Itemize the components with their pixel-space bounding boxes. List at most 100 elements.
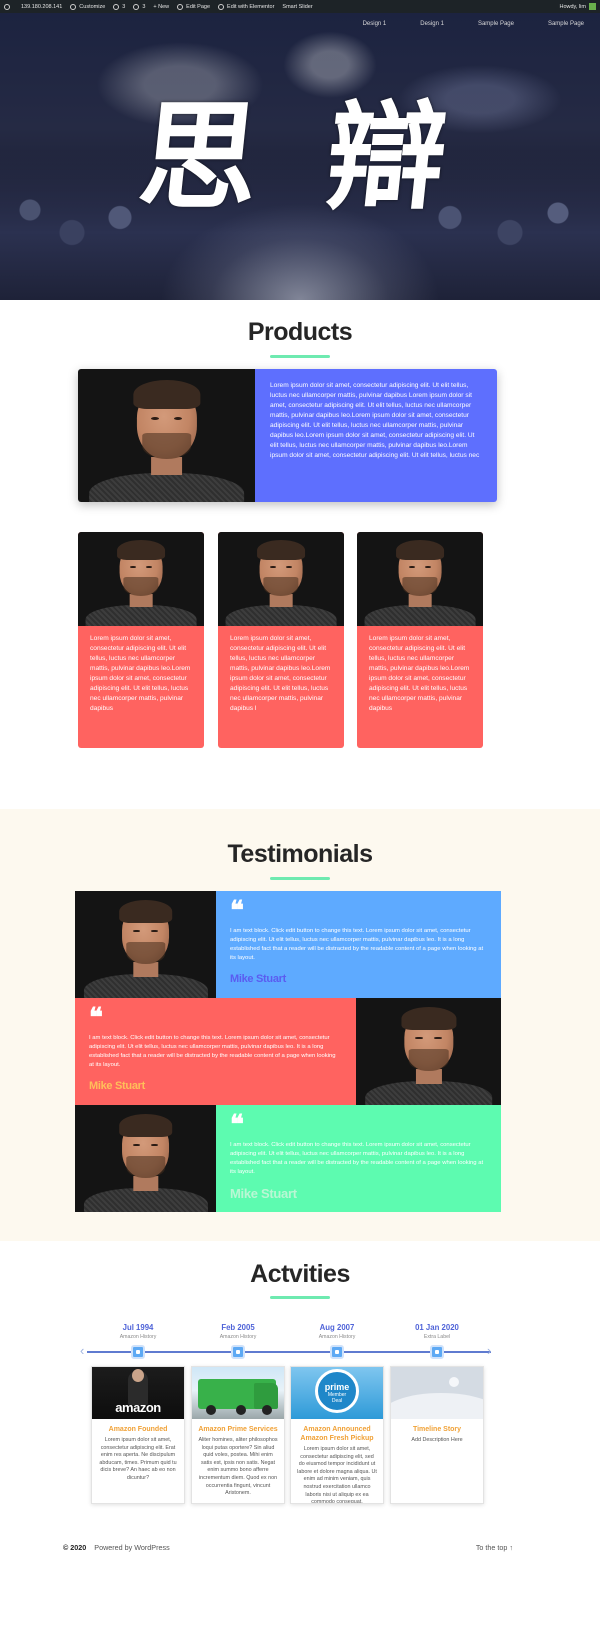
timeline-label: Amazon History (119, 1334, 157, 1340)
updates-icon (113, 3, 120, 10)
updates-count: 3 (122, 3, 126, 10)
timeline-card-description: Lorem ipsum dolor sit amet, consectetur … (297, 1446, 377, 1504)
hero-calligraphy-title: 思 辯 (133, 87, 467, 226)
nav-item-design-1[interactable]: Design 1 (363, 21, 387, 27)
testimonial-item: ❝ I am text block. Click edit button to … (75, 891, 501, 998)
to-the-top-link[interactable]: To the top ↑ (476, 1543, 513, 1552)
prime-line-2: Deal (331, 1398, 343, 1404)
amazon-founder-image: amazon (92, 1367, 184, 1419)
timeline-marker[interactable] (430, 1345, 444, 1359)
testimonial-photo (356, 998, 501, 1105)
timeline-label: Extra Label (423, 1334, 451, 1340)
nav-item-sample-page-b[interactable]: Sample Page (548, 21, 584, 27)
featured-product-photo (78, 369, 255, 502)
timeline-card-title[interactable]: Timeline Story (391, 1425, 483, 1434)
nav-item-sample-page[interactable]: Sample Page (478, 21, 514, 27)
admin-bar-comments[interactable]: 3 (133, 3, 146, 10)
comments-count: 3 (142, 3, 146, 10)
customize-label: Customize (79, 3, 106, 10)
footer-powered-by-link[interactable]: Powered by WordPress (94, 1543, 169, 1552)
quote-icon: ❝ (89, 1003, 103, 1033)
timeline-event-header: Jul 1994 Amazon History (90, 1323, 186, 1340)
products-heading-underline (270, 355, 330, 358)
wordpress-logo-icon[interactable] (4, 3, 13, 10)
featured-product-text: Lorem ipsum dolor sit amet, consectetur … (255, 369, 497, 502)
admin-bar-updates[interactable]: 3 (113, 3, 126, 10)
delivery-truck-image (192, 1367, 284, 1419)
admin-bar-edit-page[interactable]: Edit Page (177, 3, 211, 10)
testimonial-item: ❝ I am text block. Click edit button to … (75, 1105, 501, 1212)
testimonial-author: Mike Stuart (230, 1186, 297, 1201)
timeline-card-description: Add Description Here (411, 1437, 463, 1443)
product-card: Lorem ipsum dolor sit amet, consectetur … (78, 532, 204, 748)
timeline-marker[interactable] (231, 1345, 245, 1359)
timeline-card-title[interactable]: Amazon Announced Amazon Fresh Pickup (291, 1425, 383, 1443)
avatar (589, 3, 596, 10)
testimonial-author: Mike Stuart (89, 1080, 145, 1092)
admin-bar-smart-slider[interactable]: Smart Slider (282, 4, 312, 10)
testimonial-box: ❝ I am text block. Click edit button to … (216, 891, 501, 998)
admin-bar-account[interactable]: Howdy, lim (559, 3, 596, 10)
timeline-label: Amazon History (219, 1334, 257, 1340)
timeline-card-description: Lorem ipsum dolor sit amet, consectetur … (99, 1437, 177, 1481)
comment-icon (133, 3, 140, 10)
footer-copyright: © 2020 (63, 1543, 87, 1552)
testimonial-box: ❝ I am text block. Click edit button to … (216, 1105, 501, 1212)
wp-admin-bar: 139.180.208.141 Customize 3 3 + New Edit… (0, 0, 600, 13)
main-navigation: Design 1 Design 1 Sample Page Sample Pag… (363, 21, 584, 27)
timeline-marker[interactable] (131, 1345, 145, 1359)
testimonial-text: I am text block. Click edit button to ch… (230, 928, 484, 961)
brush-icon (70, 3, 77, 10)
amazon-logo-text: amazon (115, 1400, 161, 1415)
site-address-link[interactable]: 139.180.208.141 (21, 4, 62, 10)
timeline-card: Timeline Story Add Description Here (390, 1366, 484, 1504)
timeline-prev-arrow-icon[interactable]: ‹ (80, 1344, 84, 1358)
timeline-card: amazon Amazon Founded Lorem ipsum dolor … (91, 1366, 185, 1504)
placeholder-image-icon (391, 1367, 483, 1419)
testimonial-item: ❝ I am text block. Click edit button to … (75, 998, 501, 1105)
pencil-icon (177, 3, 184, 10)
testimonial-text: I am text block. Click edit button to ch… (230, 1142, 484, 1175)
timeline-date: Jul 1994 (122, 1323, 154, 1332)
smart-slider-label: Smart Slider (282, 3, 313, 10)
product-card-text: Lorem ipsum dolor sit amet, consectetur … (90, 635, 191, 712)
product-card-photo (357, 532, 483, 626)
products-heading: Products (247, 318, 353, 346)
testimonial-photo (75, 1105, 216, 1212)
edit-page-label: Edit Page (186, 3, 211, 10)
activities-heading: Actvities (250, 1260, 350, 1288)
hero-banner: Design 1 Design 1 Sample Page Sample Pag… (0, 13, 600, 300)
timeline-card-description: Aliter homines, aliter philosophos loqui… (198, 1437, 278, 1497)
admin-bar-new[interactable]: + New (153, 4, 169, 10)
activities-heading-underline (270, 1296, 330, 1299)
testimonial-author: Mike Stuart (230, 973, 286, 985)
timeline-event-header: Feb 2005 Amazon History (190, 1323, 286, 1340)
admin-bar-customize[interactable]: Customize (70, 3, 106, 10)
timeline-card: Amazon Prime Services Aliter homines, al… (191, 1366, 285, 1504)
elementor-icon (218, 3, 225, 10)
product-card: Lorem ipsum dolor sit amet, consectetur … (357, 532, 483, 748)
product-card: Lorem ipsum dolor sit amet, consectetur … (218, 532, 344, 748)
admin-bar-site-link[interactable]: 139.180.208.141 (21, 4, 62, 10)
testimonial-box: ❝ I am text block. Click edit button to … (75, 998, 356, 1105)
timeline-event-header: 01 Jan 2020 Extra Label (389, 1323, 485, 1340)
testimonial-text: I am text block. Click edit button to ch… (89, 1035, 336, 1068)
new-label: New (158, 3, 170, 10)
site-footer: © 2020 Powered by WordPress To the top ↑ (63, 1543, 513, 1552)
timeline-card-title[interactable]: Amazon Prime Services (192, 1425, 284, 1434)
howdy-label: Howdy, lim (559, 3, 587, 10)
prime-brand-text: prime (324, 1382, 350, 1392)
product-card-photo (218, 532, 344, 626)
timeline-next-arrow-icon[interactable]: › (487, 1344, 491, 1358)
quote-icon: ❝ (230, 896, 244, 926)
timeline-label: Amazon History (318, 1334, 356, 1340)
elementor-label: Edit with Elementor (227, 3, 275, 10)
timeline-marker[interactable] (330, 1345, 344, 1359)
timeline-event-header: Aug 2007 Amazon History (289, 1323, 385, 1340)
timeline-date: Feb 2005 (221, 1323, 255, 1332)
prime-badge: prime Member Deal (315, 1369, 359, 1413)
admin-bar-elementor[interactable]: Edit with Elementor (218, 3, 275, 10)
nav-item-design-1-b[interactable]: Design 1 (420, 21, 444, 27)
testimonials-heading: Testimonials (227, 840, 373, 868)
timeline-card-title[interactable]: Amazon Founded (92, 1425, 184, 1434)
